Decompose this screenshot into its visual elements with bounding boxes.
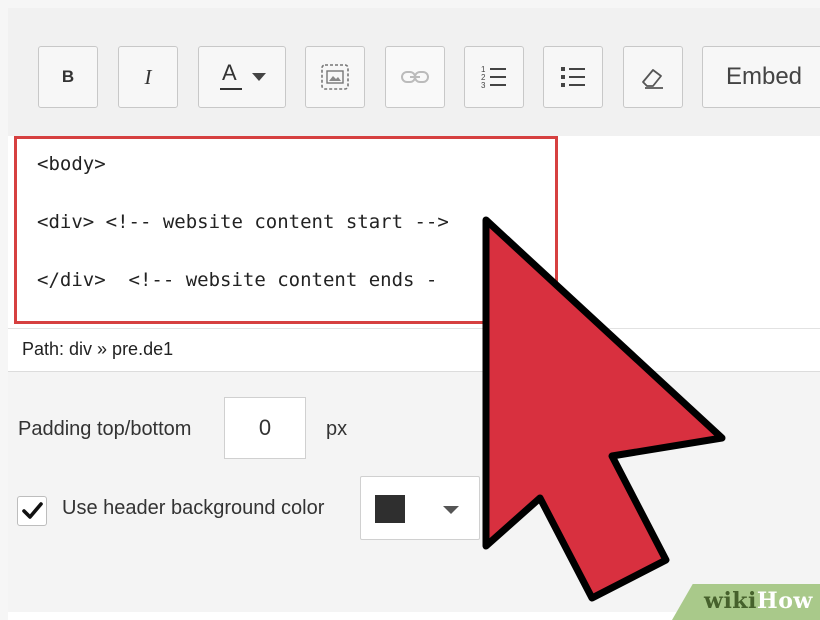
text-color-icon: A: [218, 60, 244, 94]
text-color-underline: [220, 88, 242, 90]
insert-image-button[interactable]: [305, 46, 365, 108]
left-strip: [0, 0, 8, 620]
text-color-letter: A: [222, 60, 237, 85]
path-bar: Path: div » pre.de1: [8, 328, 820, 372]
code-line: <div> <!-- website content start -->: [37, 211, 449, 233]
checkmark-icon: [22, 502, 43, 519]
code-line: <body>: [37, 153, 106, 175]
unordered-list-icon: [561, 67, 585, 87]
italic-icon: I: [144, 64, 152, 89]
eraser-icon: [642, 69, 663, 89]
top-strip: [0, 0, 820, 8]
insert-link-button[interactable]: [385, 46, 445, 108]
padding-input[interactable]: 0: [224, 397, 306, 459]
logo-how: How: [756, 588, 813, 614]
logo-wiki: wiki: [704, 588, 757, 614]
color-picker[interactable]: [360, 476, 480, 540]
header-bg-label: Use header background color: [62, 497, 325, 519]
code-line: </div> <!-- website content ends -: [37, 269, 438, 291]
chevron-down-icon: [443, 506, 459, 514]
element-path: Path: div » pre.de1: [22, 339, 174, 359]
padding-unit: px: [326, 418, 348, 440]
image-icon: [321, 64, 349, 90]
unordered-list-button[interactable]: [543, 46, 603, 108]
svg-text:3: 3: [481, 81, 486, 90]
ordered-list-icon: 1 2 3: [481, 65, 506, 90]
page: B I A 1 2 3 Embed <body> <div> <!-- webs…: [0, 0, 820, 620]
chevron-down-icon: [252, 73, 266, 81]
bold-icon: B: [61, 67, 75, 86]
ordered-list-button[interactable]: 1 2 3: [464, 46, 524, 108]
text-color-button[interactable]: A: [198, 46, 286, 108]
embed-button[interactable]: Embed: [702, 46, 820, 108]
header-bg-checkbox[interactable]: [17, 496, 47, 526]
wikihow-logo: wikiHow: [704, 588, 813, 614]
color-swatch: [375, 495, 405, 523]
italic-button[interactable]: I: [118, 46, 178, 108]
link-icon: [401, 71, 429, 83]
highlighted-code-block: <body> <div> <!-- website content start …: [14, 136, 558, 324]
padding-label: Padding top/bottom: [18, 418, 192, 440]
clear-formatting-button[interactable]: [623, 46, 683, 108]
embed-label: Embed: [725, 63, 803, 90]
bold-button[interactable]: B: [38, 46, 98, 108]
